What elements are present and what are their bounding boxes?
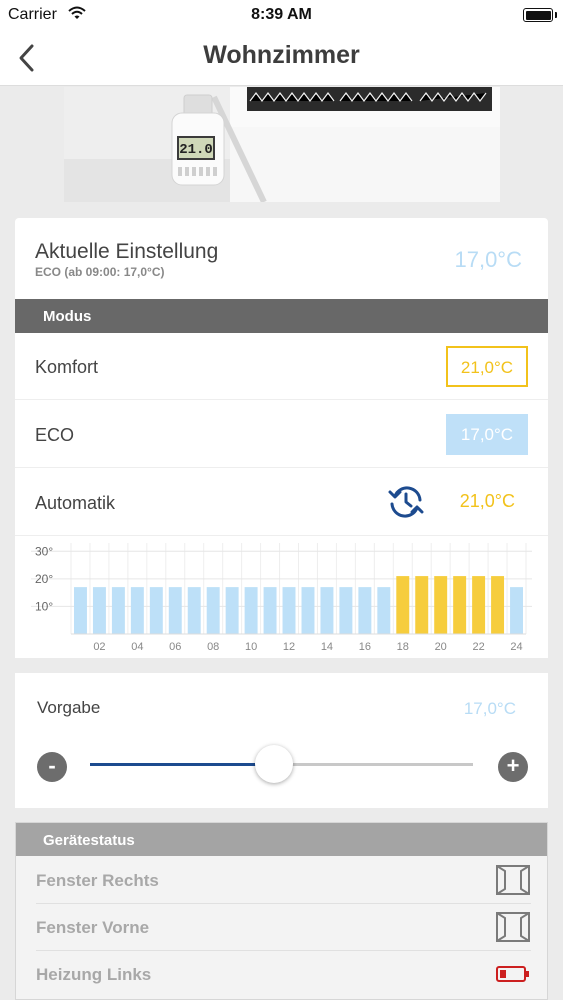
chart-bar [301, 587, 315, 634]
slider-thumb[interactable] [254, 745, 293, 783]
y-tick-label: 30° [35, 544, 53, 558]
device-status-label: Heizung Links [36, 965, 152, 984]
chart-bar [491, 576, 505, 634]
x-tick-label: 08 [207, 641, 219, 653]
eco-label: ECO [35, 425, 75, 445]
x-tick-label: 24 [510, 641, 522, 653]
navigation-bar: Wohnzimmer [0, 30, 563, 86]
chart-bar [339, 587, 353, 634]
x-tick-label: 14 [321, 641, 333, 653]
device-status-label: Fenster Rechts [36, 871, 159, 890]
automatik-label: Automatik [35, 493, 116, 513]
mode-row-automatik[interactable]: Automatik 21,0°C [15, 469, 548, 536]
device-status-card: Gerätestatus Fenster Rechts Fenster Vorn… [15, 822, 548, 1000]
vorgabe-label: Vorgabe [37, 698, 101, 717]
chart-bar [377, 587, 391, 634]
increase-button[interactable]: + [498, 752, 528, 782]
schedule-clock-icon[interactable] [387, 483, 425, 521]
mode-card: Komfort 21,0°C ECO 17,0°C Automatik 21,0… [15, 333, 548, 658]
battery-low-icon [496, 966, 529, 982]
chart-bar [149, 587, 163, 634]
room-hero-image: 21.0 [64, 87, 500, 202]
eco-temperature-button[interactable]: 17,0°C [446, 414, 528, 455]
chart-bar [130, 587, 144, 634]
chart-bar [263, 587, 277, 634]
y-tick-label: 20° [35, 572, 53, 586]
x-tick-label: 20 [435, 641, 447, 653]
chart-bar [187, 587, 201, 634]
x-tick-label: 06 [169, 641, 181, 653]
x-tick-label: 22 [472, 641, 484, 653]
chart-bar [74, 587, 87, 634]
komfort-label: Komfort [35, 357, 99, 377]
chart-bar [453, 576, 467, 634]
current-setting-card: Aktuelle Einstellung ECO (ab 09:00: 17,0… [15, 218, 548, 300]
current-temperature: 17,0°C [454, 247, 522, 272]
x-tick-label: 04 [131, 641, 143, 653]
window-icon [496, 865, 530, 895]
chart-bar [510, 587, 523, 634]
komfort-temperature-button[interactable]: 21,0°C [446, 346, 528, 387]
clock: 8:39 AM [251, 6, 312, 23]
chart-bar [320, 587, 334, 634]
current-setting-title: Aktuelle Einstellung [35, 240, 219, 263]
device-status-row: Fenster Vorne [36, 904, 531, 951]
chart-bar [111, 587, 125, 634]
chart-bar [415, 576, 429, 634]
x-tick-label: 12 [283, 641, 295, 653]
chart-bar [472, 576, 486, 634]
temperature-schedule-chart: 30° 20° 10° 02 04 06 08 10 12 14 16 18 20 22 24 [31, 543, 532, 653]
battery-icon [523, 8, 557, 22]
chart-bar [168, 587, 182, 634]
slider-fill [90, 763, 274, 766]
current-setting-subtitle: ECO (ab 09:00: 17,0°C) [35, 265, 165, 279]
page-title: Wohnzimmer [203, 41, 360, 69]
decrease-button[interactable]: - [37, 752, 67, 782]
window-icon [496, 912, 530, 942]
device-status-header: Gerätestatus [16, 823, 547, 856]
mode-row-komfort[interactable]: Komfort 21,0°C [15, 333, 548, 400]
automatik-temperature: 21,0°C [459, 491, 515, 511]
chart-bar [396, 576, 410, 634]
x-tick-label: 16 [359, 641, 371, 653]
chart-bar [206, 587, 220, 634]
modus-section-header: Modus [15, 299, 548, 333]
thermostat-display-text: 21.0 [179, 142, 213, 158]
chart-bar [244, 587, 258, 634]
chart-bar [434, 576, 448, 634]
x-tick-label: 18 [397, 641, 409, 653]
temperature-slider[interactable] [90, 745, 473, 783]
status-bar: Carrier 8:39 AM [0, 0, 563, 30]
chart-bar [92, 587, 106, 634]
device-status-row: Heizung Links [36, 951, 531, 998]
device-status-row: Fenster Rechts [36, 857, 531, 904]
chart-bar [358, 587, 372, 634]
chart-bar [225, 587, 239, 634]
y-tick-label: 10° [35, 599, 53, 613]
vorgabe-card: Vorgabe 17,0°C - + [15, 673, 548, 808]
mode-row-eco[interactable]: ECO 17,0°C [15, 401, 548, 468]
vorgabe-value: 17,0°C [463, 699, 516, 718]
radiator-thermostat-illustration: 21.0 [64, 87, 500, 202]
device-status-label: Fenster Vorne [36, 918, 150, 937]
x-tick-label: 10 [245, 641, 257, 653]
chart-bar [282, 587, 296, 634]
x-tick-label: 02 [93, 641, 105, 653]
